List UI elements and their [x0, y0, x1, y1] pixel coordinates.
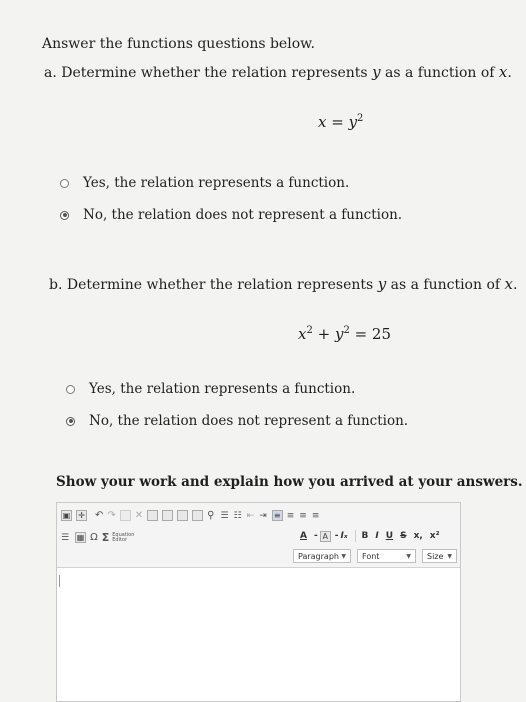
part-a-prompt: a. Determine whether the relation repres… [44, 63, 512, 81]
strikethrough-button[interactable]: S [400, 531, 406, 541]
align-right-icon[interactable]: ≡ [299, 511, 307, 521]
horizontal-rule-icon[interactable]: ☰ [61, 533, 69, 543]
part-b-var-x: x [504, 275, 513, 293]
align-left-icon[interactable]: ≡ [271, 510, 283, 521]
font-color-button[interactable]: A [300, 531, 307, 541]
equation-editor-button[interactable]: Equation Editor [112, 532, 136, 543]
part-a-equation: x = y2 [318, 113, 363, 131]
table-icon[interactable] [192, 510, 204, 521]
table-insert-icon[interactable]: ▦ [75, 532, 87, 543]
font-select[interactable]: Font ▼ [357, 549, 416, 563]
chevron-down-icon: ▼ [341, 552, 346, 560]
font-select-value: Font [362, 551, 380, 561]
search-icon[interactable]: ⚲ [207, 510, 214, 521]
option-label: No, the relation does not represent a fu… [83, 207, 403, 223]
size-select[interactable]: Size ▼ [422, 549, 457, 563]
instructions: Answer the functions questions below. [42, 36, 315, 52]
size-select-value: Size [427, 551, 444, 561]
part-a-var-y: y [372, 63, 381, 81]
superscript-button[interactable]: x² [430, 531, 440, 541]
part-a-prompt-end: . [507, 65, 512, 81]
part-b-prompt-text: b. Determine whether the relation repres… [49, 277, 378, 293]
paste-icon[interactable] [147, 510, 159, 521]
numbered-list-icon[interactable]: ☰ [221, 511, 229, 521]
paste-text-icon[interactable] [162, 510, 174, 521]
toolbar-row-1: ▣ ✛ ↶ ↷ ✕ ⚲ ☰ ☷ ⇤ ⇥ ≡ ≡ ≡ ≡ [61, 510, 324, 521]
part-a-equation-exp: 2 [357, 113, 364, 124]
editor-toolbar: ▣ ✛ ↶ ↷ ✕ ⚲ ☰ ☷ ⇤ ⇥ ≡ ≡ ≡ ≡ ☰ ▦ Ω Σ Equa… [57, 503, 460, 568]
bullet-list-icon[interactable]: ☷ [234, 511, 242, 521]
part-b-option-no[interactable]: No, the relation does not represent a fu… [66, 413, 408, 429]
outdent-icon[interactable]: ⇤ [247, 511, 255, 521]
subscript-button[interactable]: x, [414, 531, 423, 541]
part-a-option-no[interactable]: No, the relation does not represent a fu… [60, 207, 402, 223]
paragraph-select[interactable]: Paragraph ▼ [293, 549, 351, 563]
option-label: Yes, the relation represents a function. [89, 381, 356, 397]
eq-plus: + y [312, 325, 344, 343]
radio-button-selected[interactable] [66, 416, 75, 426]
font-color-dropdown-icon[interactable]: - [314, 531, 318, 541]
chevron-down-icon: ▼ [406, 552, 411, 560]
work-prompt: Show your work and explain how you arriv… [56, 474, 523, 490]
indent-icon[interactable]: ⇥ [259, 511, 267, 521]
part-b-equation: x2 + y2 = 25 [298, 325, 391, 343]
option-label: No, the relation does not represent a fu… [89, 413, 409, 429]
undo-icon[interactable]: ↶ [95, 510, 103, 521]
part-a-equation-lhs: x = y [318, 113, 358, 131]
part-b-prompt: b. Determine whether the relation repres… [49, 275, 517, 293]
divider [354, 530, 356, 542]
part-a-prompt-text: a. Determine whether the relation repres… [44, 65, 373, 81]
rich-text-editor[interactable]: ▣ ✛ ↶ ↷ ✕ ⚲ ☰ ☷ ⇤ ⇥ ≡ ≡ ≡ ≡ ☰ ▦ Ω Σ Equa… [56, 502, 461, 702]
paragraph-select-value: Paragraph [298, 551, 339, 561]
radio-button[interactable] [66, 384, 75, 394]
cut-icon[interactable]: ✕ [135, 510, 143, 521]
part-b-prompt-end: . [512, 277, 518, 293]
copy-icon[interactable] [119, 510, 131, 521]
eq-rhs: = 25 [349, 325, 392, 343]
option-label: Yes, the relation represents a function. [83, 175, 350, 191]
bg-color-dropdown-icon[interactable]: - [335, 531, 339, 541]
italic-button[interactable]: I [375, 531, 378, 541]
align-justify-icon[interactable]: ≡ [312, 511, 320, 521]
clear-format-button[interactable]: Iₓ [340, 531, 347, 541]
part-b-option-yes[interactable]: Yes, the relation represents a function. [66, 381, 355, 397]
bold-button[interactable]: B [362, 531, 369, 541]
part-b-prompt-mid: as a function of [386, 277, 505, 293]
part-a-option-yes[interactable]: Yes, the relation represents a function. [60, 175, 349, 191]
omega-icon[interactable]: Ω [90, 532, 98, 543]
bg-color-icon[interactable]: A [319, 530, 331, 542]
radio-button-selected[interactable] [60, 210, 69, 220]
sigma-icon[interactable]: Σ [102, 531, 110, 544]
part-b-var-y: y [377, 275, 387, 293]
editor-content-area[interactable] [57, 569, 460, 701]
radio-button[interactable] [60, 178, 69, 188]
fullscreen-icon[interactable]: ✛ [76, 510, 87, 521]
toolbar-row-2-right: A - A - Iₓ B I U S x, x² [300, 530, 447, 542]
text-cursor [59, 575, 60, 587]
chevron-down-icon: ▼ [447, 552, 452, 560]
paste-word-icon[interactable] [177, 510, 189, 521]
align-center-icon[interactable]: ≡ [287, 511, 295, 521]
part-a-prompt-mid: as a function of [380, 65, 499, 81]
redo-icon[interactable]: ↷ [107, 510, 115, 521]
image-icon[interactable]: ▣ [61, 510, 72, 521]
toolbar-row-2-left: ☰ ▦ Ω Σ Equation Editor [61, 531, 136, 544]
underline-button[interactable]: U [386, 531, 393, 541]
